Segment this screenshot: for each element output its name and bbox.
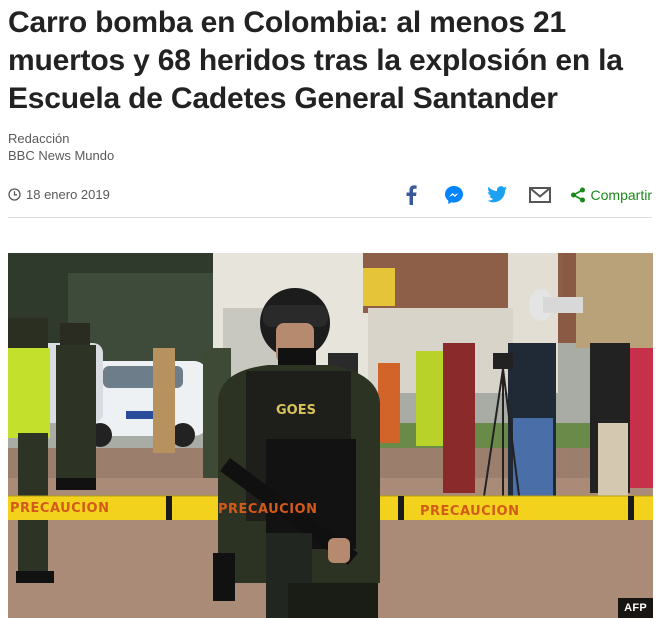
author-name: Redacción [8,131,70,146]
share-button[interactable]: Compartir [570,187,652,203]
share-label: Compartir [590,186,652,203]
date-text: 18 enero 2019 [26,187,110,202]
twitter-share-button[interactable] [485,183,509,207]
email-share-button[interactable] [528,183,552,207]
twitter-icon [486,186,507,203]
email-icon [528,186,551,203]
messenger-icon [444,185,463,204]
messenger-share-button[interactable] [442,183,466,207]
publish-date: 18 enero 2019 [8,187,110,202]
facebook-share-button[interactable] [399,183,423,207]
share-icon [570,187,585,202]
facebook-icon [406,184,417,205]
photo-credit: AFP [618,598,653,618]
caution-tape-text-3: PRECAUCION [420,504,520,519]
byline: Redacción BBC News Mundo [8,130,114,164]
article-photo: PRECAUCION PRECAUCION PRECAUCION GOES AF… [8,253,653,618]
article-headline: Carro bomba en Colombia: al menos 21 mue… [8,6,623,115]
caution-tape-text-2: PRECAUCION [218,502,318,517]
photo-scene [8,253,653,618]
share-bar: Compartir [380,183,652,207]
outlet-name: BBC News Mundo [8,148,115,163]
meta-row: 18 enero 2019 Compartir [8,172,652,218]
clock-icon [8,188,21,201]
caution-tape-text-1: PRECAUCION [10,501,110,516]
vest-label: GOES [276,403,316,418]
